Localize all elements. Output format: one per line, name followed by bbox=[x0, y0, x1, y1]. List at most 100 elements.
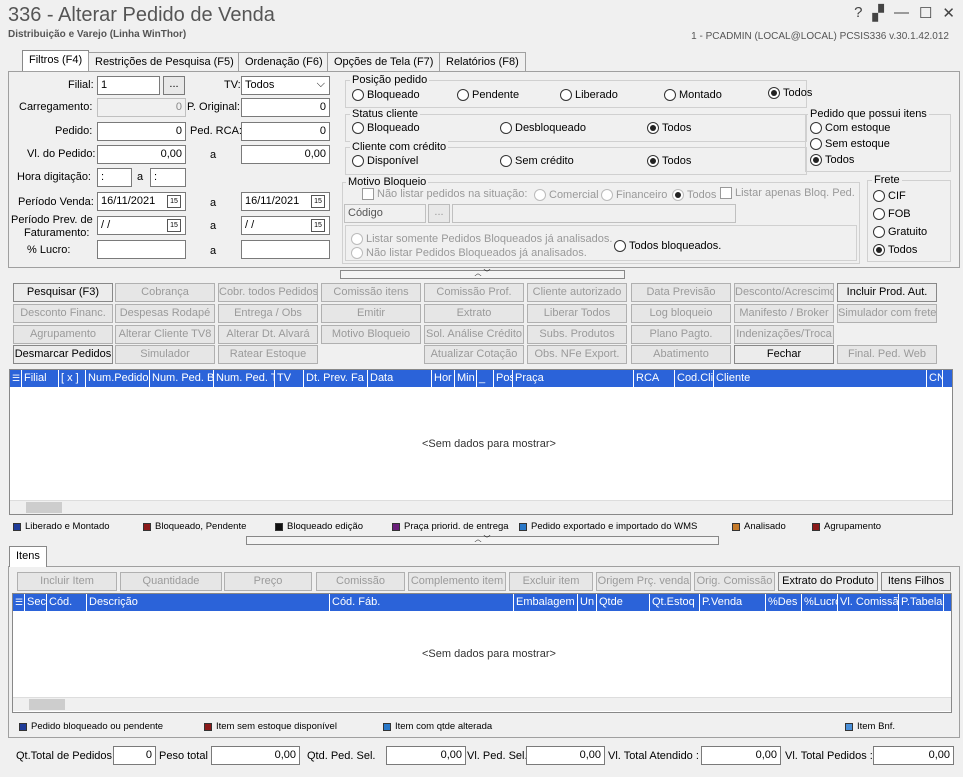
item-button-incluir-item[interactable]: Incluir Item bbox=[17, 572, 117, 591]
column-header-p-tabela[interactable]: P.Tabela bbox=[899, 594, 944, 611]
scroll-thumb[interactable] bbox=[26, 502, 62, 513]
action-button-sol-an-lise-cr-dito[interactable]: Sol. Análise Crédito bbox=[424, 325, 524, 344]
action-button-liberar-todos[interactable]: Liberar Todos bbox=[527, 304, 627, 323]
column-header-sec[interactable]: Sec bbox=[25, 594, 47, 611]
tab-itens[interactable]: Itens bbox=[9, 546, 47, 567]
column-chooser-icon[interactable]: ☰ bbox=[13, 594, 25, 611]
action-button-comiss-o-itens[interactable]: Comissão itens bbox=[321, 283, 421, 302]
ped-rca-input[interactable]: 0 bbox=[241, 122, 330, 141]
tab-relatorios[interactable]: Relatórios (F8) bbox=[439, 52, 526, 71]
calendar-icon[interactable]: 15 bbox=[311, 219, 325, 232]
action-button-agrupamento[interactable]: Agrupamento bbox=[13, 325, 113, 344]
column-header-pos[interactable]: Pos bbox=[494, 370, 513, 387]
column-header-un[interactable]: Un bbox=[578, 594, 597, 611]
action-button-entrega-obs[interactable]: Entrega / Obs bbox=[218, 304, 318, 323]
column-header-hor[interactable]: Hor bbox=[432, 370, 455, 387]
column-header-descri-o[interactable]: Descrição bbox=[87, 594, 330, 611]
radio-status-bloqueado[interactable]: Bloqueado bbox=[352, 122, 420, 134]
radio-nao-listar-analisados[interactable]: Não listar Pedidos Bloqueados já analisa… bbox=[351, 247, 587, 259]
column-header-lucro[interactable]: %Lucro bbox=[802, 594, 838, 611]
action-button-alterar-cliente-tv8[interactable]: Alterar Cliente TV8 bbox=[115, 325, 215, 344]
action-button-data-previs-o[interactable]: Data Previsão bbox=[631, 283, 731, 302]
tab-restricoes[interactable]: Restrições de Pesquisa (F5) bbox=[88, 52, 241, 71]
radio-listar-analisados[interactable]: Listar somente Pedidos Bloqueados já ana… bbox=[351, 233, 612, 245]
column-header-data[interactable]: Data bbox=[368, 370, 432, 387]
action-button-manifesto-broker[interactable]: Manifesto / Broker bbox=[734, 304, 834, 323]
action-button-simulador[interactable]: Simulador bbox=[115, 345, 215, 364]
tab-ordenacao[interactable]: Ordenação (F6) bbox=[238, 52, 330, 71]
listar-apenas-checkbox[interactable]: Listar apenas Bloq. Ped. bbox=[720, 187, 855, 199]
action-button-motivo-bloqueio[interactable]: Motivo Bloqueio bbox=[321, 325, 421, 344]
radio-itens-sem-estoque[interactable]: Sem estoque bbox=[810, 138, 890, 150]
vl-pedido-from-input[interactable]: 0,00 bbox=[97, 145, 186, 164]
radio-motivo-comercial[interactable]: Comercial bbox=[534, 189, 599, 201]
column-header-[interactable]: _ bbox=[477, 370, 494, 387]
radio-frete-gratuito[interactable]: Gratuito bbox=[873, 226, 927, 238]
tab-filtros[interactable]: Filtros (F4) bbox=[22, 50, 90, 72]
radio-itens-com-estoque[interactable]: Com estoque bbox=[810, 122, 890, 134]
radio-credito-todos[interactable]: Todos bbox=[647, 155, 691, 167]
item-button-itens-filhos[interactable]: Itens Filhos bbox=[881, 572, 951, 591]
column-header-embalagem[interactable]: Embalagem bbox=[514, 594, 578, 611]
motivo-descricao-input[interactable] bbox=[452, 204, 736, 223]
action-button-ratear-estoque[interactable]: Ratear Estoque bbox=[218, 345, 318, 364]
codigo-lookup-button[interactable]: ... bbox=[428, 204, 450, 223]
action-button-pesquisar-f3[interactable]: Pesquisar (F3) bbox=[13, 283, 113, 302]
action-button-alterar-dt-alvar[interactable]: Alterar Dt. Alvará bbox=[218, 325, 318, 344]
maximize-icon[interactable]: ☐ bbox=[919, 4, 932, 22]
radio-motivo-todos[interactable]: Todos bbox=[672, 189, 716, 201]
column-header-qt-estoq[interactable]: Qt.Estoq bbox=[650, 594, 700, 611]
pedido-input[interactable]: 0 bbox=[97, 122, 186, 141]
column-header-pra-a[interactable]: Praça bbox=[513, 370, 634, 387]
tv-select[interactable]: Todos ⌵ bbox=[241, 76, 330, 95]
close-icon[interactable]: ✕ bbox=[942, 4, 955, 22]
column-header-c-d[interactable]: Cód. bbox=[47, 594, 87, 611]
splitter-handle[interactable]: ︿ ﹀ bbox=[246, 536, 719, 545]
action-button-abatimento[interactable]: Abatimento bbox=[631, 345, 731, 364]
radio-posicao-liberado[interactable]: Liberado bbox=[560, 89, 618, 101]
column-header-tv[interactable]: TV bbox=[275, 370, 304, 387]
vl-pedido-to-input[interactable]: 0,00 bbox=[241, 145, 330, 164]
minimize-icon[interactable]: — bbox=[894, 4, 909, 22]
column-header-filial[interactable]: Filial bbox=[22, 370, 59, 387]
action-button-despesas-rodap[interactable]: Despesas Rodapé bbox=[115, 304, 215, 323]
restore-icon[interactable]: ▞ bbox=[872, 4, 884, 22]
action-button-simulador-com-frete[interactable]: Simulador com frete bbox=[837, 304, 937, 323]
radio-posicao-pendente[interactable]: Pendente bbox=[457, 89, 519, 101]
lucro-to-input[interactable] bbox=[241, 240, 330, 259]
item-button-excluir-item[interactable]: Excluir item bbox=[509, 572, 593, 591]
radio-frete-cif[interactable]: CIF bbox=[873, 190, 906, 202]
radio-credito-disponivel[interactable]: Disponível bbox=[352, 155, 418, 167]
column-header-cliente[interactable]: Cliente bbox=[714, 370, 927, 387]
filial-input[interactable]: 1 bbox=[97, 76, 160, 95]
radio-status-todos[interactable]: Todos bbox=[647, 122, 691, 134]
item-button-complemento-item[interactable]: Complemento item bbox=[408, 572, 506, 591]
action-button-desmarcar-pedidos[interactable]: Desmarcar Pedidos bbox=[13, 345, 113, 364]
action-button-obs-nfe-export[interactable]: Obs. NFe Export. bbox=[527, 345, 627, 364]
radio-itens-todos[interactable]: Todos bbox=[810, 154, 854, 166]
column-header-dt-prev-fa[interactable]: Dt. Prev. Fa bbox=[304, 370, 368, 387]
action-button-desconto-financ[interactable]: Desconto Financ. bbox=[13, 304, 113, 323]
item-button-orig-comiss-o[interactable]: Orig. Comissão bbox=[694, 572, 775, 591]
column-header-des[interactable]: %Des bbox=[766, 594, 802, 611]
column-header-x[interactable]: [ x ] bbox=[59, 370, 86, 387]
column-header-cod-cli[interactable]: Cod.Cli bbox=[675, 370, 714, 387]
column-header-qtde[interactable]: Qtde bbox=[597, 594, 650, 611]
action-button-incluir-prod-aut[interactable]: Incluir Prod. Aut. bbox=[837, 283, 937, 302]
help-icon[interactable]: ? bbox=[854, 4, 862, 22]
filial-lookup-button[interactable]: ... bbox=[163, 76, 185, 95]
action-button-fechar[interactable]: Fechar bbox=[734, 345, 834, 364]
scroll-thumb[interactable] bbox=[29, 699, 65, 710]
radio-motivo-financeiro[interactable]: Financeiro bbox=[601, 189, 667, 201]
column-chooser-icon[interactable]: ☰ bbox=[10, 370, 22, 387]
item-button-comiss-o[interactable]: Comissão bbox=[316, 572, 405, 591]
action-button-comiss-o-prof[interactable]: Comissão Prof. bbox=[424, 283, 524, 302]
action-button-extrato[interactable]: Extrato bbox=[424, 304, 524, 323]
column-header-num-pedido[interactable]: Num.Pedido bbox=[86, 370, 150, 387]
radio-status-desbloqueado[interactable]: Desbloqueado bbox=[500, 122, 586, 134]
action-button-indeniza-es-troca[interactable]: Indenizações/Troca bbox=[734, 325, 834, 344]
carregamento-input[interactable]: 0 bbox=[97, 98, 186, 117]
hora-to-input[interactable]: : bbox=[150, 168, 186, 187]
action-button-log-bloqueio[interactable]: Log bloqueio bbox=[631, 304, 731, 323]
radio-frete-todos[interactable]: Todos bbox=[873, 244, 917, 256]
